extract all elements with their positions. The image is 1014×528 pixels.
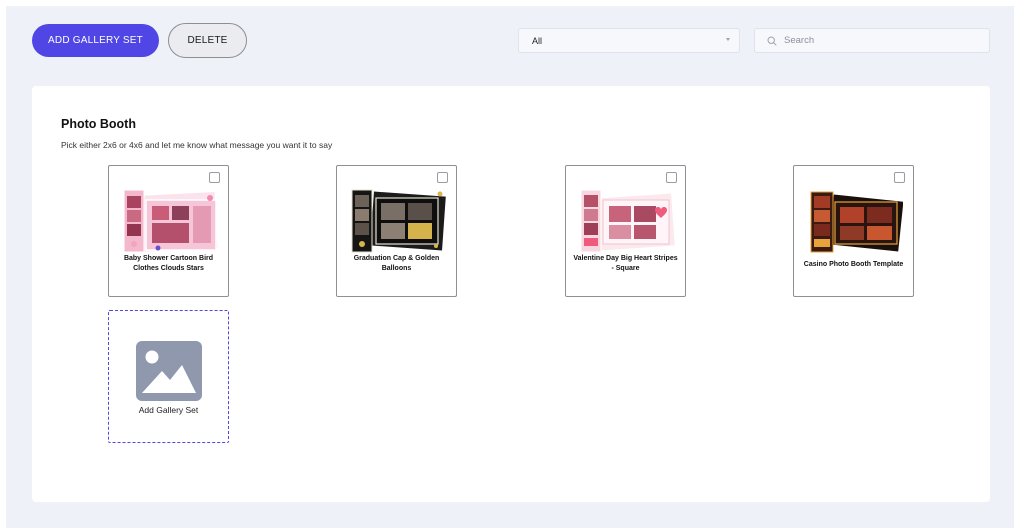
add-gallery-set-label: Add Gallery Set [138, 405, 199, 415]
search-icon [767, 35, 777, 46]
card-label: Baby Shower Cartoon Bird Clothes Clouds … [123, 255, 214, 272]
card-label: Graduation Cap & Golden Balloons [353, 255, 440, 272]
gallery-thumbnail [123, 189, 218, 253]
select-checkbox[interactable] [209, 172, 220, 183]
search-input[interactable] [784, 35, 964, 46]
gallery-card[interactable]: Graduation Cap & Golden Balloons [336, 165, 457, 297]
chevron-down-icon [726, 38, 730, 41]
select-checkbox[interactable] [437, 172, 448, 183]
select-checkbox[interactable] [894, 172, 905, 183]
gallery-card[interactable]: Baby Shower Cartoon Bird Clothes Clouds … [108, 165, 229, 297]
card-label: Casino Photo Booth Template [803, 261, 904, 268]
card-label: Valentine Day Big Heart Stripes - Square [573, 255, 678, 272]
add-gallery-set-card[interactable]: Add Gallery Set [108, 310, 229, 443]
gallery-card[interactable]: Casino Photo Booth Template [793, 165, 914, 297]
section-title: Photo Booth [61, 117, 136, 131]
filter-select[interactable]: All [518, 28, 740, 53]
gallery-thumbnail [351, 189, 446, 253]
gallery-thumbnail [810, 191, 903, 253]
image-placeholder-icon [136, 341, 202, 401]
filter-select-value: All [532, 35, 543, 46]
app-background: ADD GALLERY SET DELETE All Photo Booth P… [6, 6, 1014, 528]
section-subtitle: Pick either 2x6 or 4x6 and let me know w… [61, 140, 333, 150]
search-field[interactable] [754, 28, 990, 53]
gallery-card[interactable]: Valentine Day Big Heart Stripes - Square [565, 165, 686, 297]
add-gallery-set-button[interactable]: ADD GALLERY SET [32, 24, 159, 57]
gallery-thumbnail [580, 189, 675, 253]
delete-button[interactable]: DELETE [168, 23, 247, 58]
select-checkbox[interactable] [666, 172, 677, 183]
gallery-panel: Photo Booth Pick either 2x6 or 4x6 and l… [32, 86, 990, 502]
